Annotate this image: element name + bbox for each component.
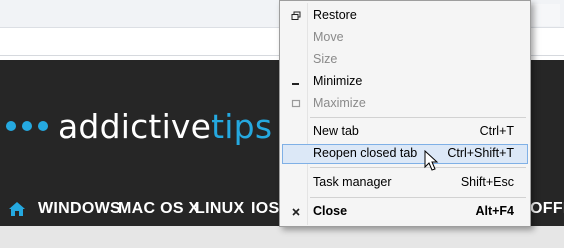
site-content-below-nav [0, 226, 564, 248]
logo-dot [22, 121, 32, 131]
menu-item-shortcut: Ctrl+Shift+T [447, 146, 514, 160]
logo-text-accent: tips [211, 106, 273, 146]
nav-item-windows[interactable]: WINDOWS [38, 200, 121, 218]
close-icon [290, 206, 302, 218]
minimize-icon [290, 76, 302, 88]
menu-item-shortcut: Alt+F4 [475, 204, 514, 218]
menu-item-new-tab[interactable]: New tab Ctrl+T [282, 122, 528, 142]
site-logo[interactable]: addictivetips [6, 106, 272, 146]
menu-item-label: Reopen closed tab [313, 146, 418, 160]
menu-item-label: Restore [313, 8, 357, 22]
menu-item-label: Minimize [313, 74, 363, 88]
menu-separator [310, 117, 526, 118]
maximize-icon [290, 98, 302, 110]
window-control-area[interactable] [530, 4, 560, 26]
logo-dot [38, 121, 48, 131]
menu-item-label: Close [313, 204, 348, 218]
menu-item-label: Maximize [313, 96, 366, 110]
nav-item-linux[interactable]: LINUX [195, 200, 245, 218]
menu-item-reopen-closed-tab[interactable]: Reopen closed tab Ctrl+Shift+T [282, 144, 528, 164]
nav-item-ios[interactable]: IOS [251, 200, 279, 218]
menu-separator [310, 197, 526, 198]
menu-item-size: Size [282, 50, 528, 70]
nav-item-office[interactable]: OFFIC [530, 200, 564, 218]
menu-item-move: Move [282, 28, 528, 48]
logo-text: addictivetips [58, 107, 272, 146]
menu-item-task-manager[interactable]: Task manager Shift+Esc [282, 173, 528, 193]
menu-item-restore[interactable]: Restore [282, 6, 528, 26]
logo-dots [6, 121, 48, 131]
mouse-cursor-icon [424, 150, 439, 171]
menu-item-label: Task manager [313, 175, 392, 189]
menu-item-minimize[interactable]: Minimize [282, 72, 528, 92]
menu-item-label: Move [313, 30, 344, 44]
menu-item-label: New tab [313, 124, 359, 138]
menu-item-maximize: Maximize [282, 94, 528, 114]
home-icon[interactable] [8, 200, 26, 218]
nav-item-mac-os-x[interactable]: MAC OS X [118, 200, 200, 218]
menu-item-close[interactable]: Close Alt+F4 [282, 202, 528, 222]
logo-text-main: addictive [58, 106, 212, 146]
restore-icon [290, 10, 302, 22]
logo-dot [6, 121, 16, 131]
menu-item-shortcut: Shift+Esc [460, 175, 514, 189]
window-context-menu: Restore Move Size Minimize Maximize New … [279, 0, 531, 227]
menu-item-shortcut: Ctrl+T [479, 124, 514, 138]
menu-separator [310, 167, 526, 168]
menu-item-label: Size [313, 52, 338, 66]
